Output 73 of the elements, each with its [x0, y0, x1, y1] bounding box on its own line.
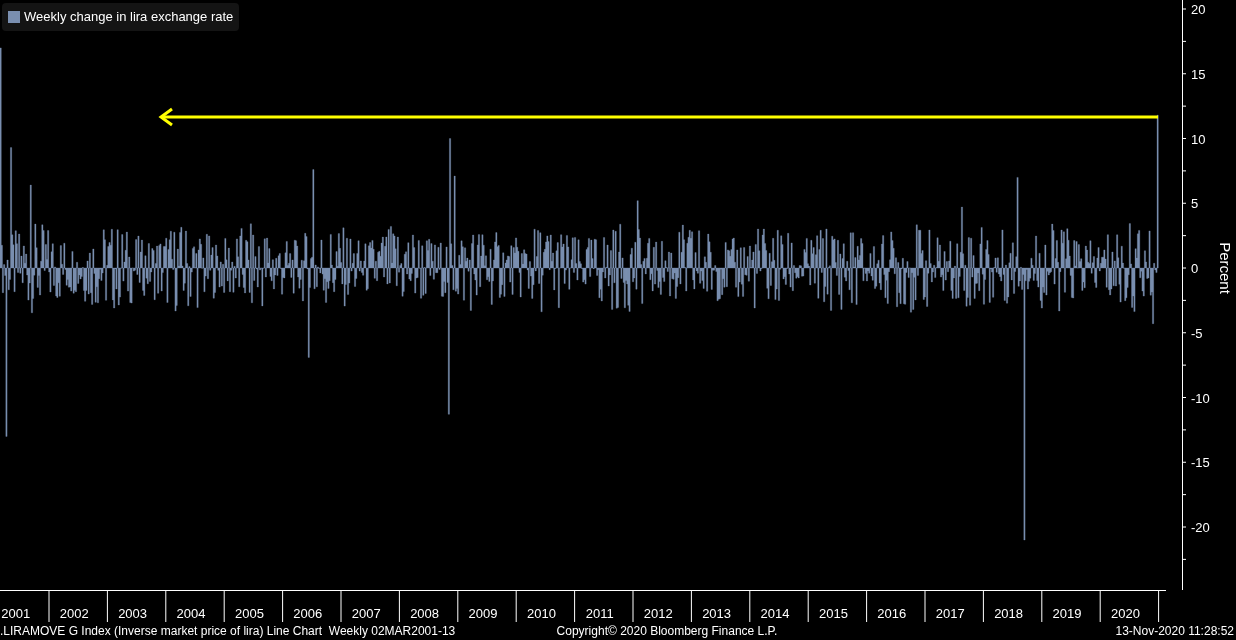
y-tick-mark	[1181, 267, 1187, 269]
x-tick-divider	[749, 589, 751, 622]
y-tick-label: 5	[1191, 196, 1199, 212]
y-tick-mark	[1181, 364, 1187, 366]
y-tick-mark	[1181, 8, 1187, 10]
x-tick-label: 2013	[702, 606, 732, 621]
x-tick-label: 2001	[1, 606, 31, 621]
y-tick-mark	[1181, 397, 1187, 398]
legend-swatch-icon	[8, 11, 20, 23]
y-tick-label: 15	[1191, 66, 1206, 82]
x-tick-label: 2005	[234, 606, 264, 621]
x-tick-label: 2017	[935, 606, 965, 621]
x-tick-divider	[282, 589, 284, 622]
x-tick-label: 2002	[59, 606, 89, 621]
y-axis-label: Percent	[1217, 242, 1234, 294]
y-tick-label: 0	[1191, 261, 1199, 276]
x-tick-label: 2009	[468, 606, 498, 621]
chart-description: .LIRAMOVE G Index (Inverse market price of lira) Line Chart Weekly 02MAR2001-13	[0, 623, 457, 640]
x-tick-divider	[48, 589, 50, 622]
y-tick-mark	[1181, 170, 1187, 172]
y-tick-mark	[1181, 526, 1187, 528]
x-tick-divider	[165, 589, 167, 622]
copyright-text: Copyright© 2020 Bloomberg Finance L.P.	[556, 623, 778, 640]
x-tick-label: 2010	[526, 606, 556, 621]
x-tick-divider	[574, 589, 576, 622]
x-tick-label: 2006	[293, 606, 323, 621]
y-tick-mark	[1181, 105, 1187, 107]
y-tick-mark	[1181, 235, 1187, 237]
x-tick-divider	[340, 589, 342, 622]
y-tick-mark	[1181, 299, 1187, 301]
x-tick-label: 2018	[994, 606, 1024, 621]
x-tick-label: 2014	[760, 606, 790, 621]
y-tick-label: -15	[1191, 455, 1210, 471]
x-tick-divider	[924, 589, 926, 622]
y-tick-mark	[1181, 332, 1187, 334]
x-tick-label: 2004	[176, 606, 206, 621]
x-tick-label: 2007	[351, 606, 381, 621]
y-tick-mark	[1181, 40, 1187, 42]
x-tick-label: 2016	[877, 606, 907, 621]
x-tick-label: 2019	[1052, 606, 1082, 621]
y-tick-mark	[1181, 461, 1187, 463]
y-tick-mark	[1181, 202, 1187, 204]
y-tick-label: -5	[1191, 325, 1203, 341]
x-tick-divider	[807, 589, 809, 622]
y-tick-label: 10	[1191, 131, 1206, 147]
x-tick-divider	[866, 589, 868, 622]
x-tick-divider	[1041, 589, 1043, 622]
x-tick-divider	[1099, 589, 1101, 622]
y-tick-mark	[1181, 558, 1187, 560]
y-tick-label: 20	[1191, 2, 1206, 17]
x-tick-divider	[515, 589, 517, 622]
x-tick-divider	[690, 589, 692, 622]
timestamp: 13-Nov-2020 11:28:52	[1114, 623, 1234, 640]
x-tick-divider	[106, 589, 108, 622]
x-tick-divider	[1158, 589, 1160, 622]
y-tick-mark	[1181, 138, 1187, 139]
y-tick-mark	[1181, 494, 1187, 496]
x-tick-divider	[632, 589, 634, 622]
y-tick-label: -20	[1191, 520, 1210, 535]
x-tick-divider	[457, 589, 459, 622]
y-tick-mark	[1181, 429, 1187, 431]
x-tick-divider	[982, 589, 984, 622]
x-tick-label: 2020	[1110, 606, 1140, 621]
legend-label: Weekly change in lira exchange rate	[24, 8, 234, 27]
y-tick-label: -10	[1191, 390, 1210, 406]
x-tick-label: 2011	[585, 606, 614, 621]
x-tick-divider	[398, 589, 400, 622]
x-tick-label: 2008	[410, 606, 440, 621]
x-tick-label: 2015	[818, 606, 848, 621]
x-tick-divider	[223, 589, 225, 622]
x-tick-label: 2012	[643, 606, 673, 621]
x-tick-label: 2003	[118, 606, 148, 621]
y-tick-mark	[1181, 73, 1187, 75]
